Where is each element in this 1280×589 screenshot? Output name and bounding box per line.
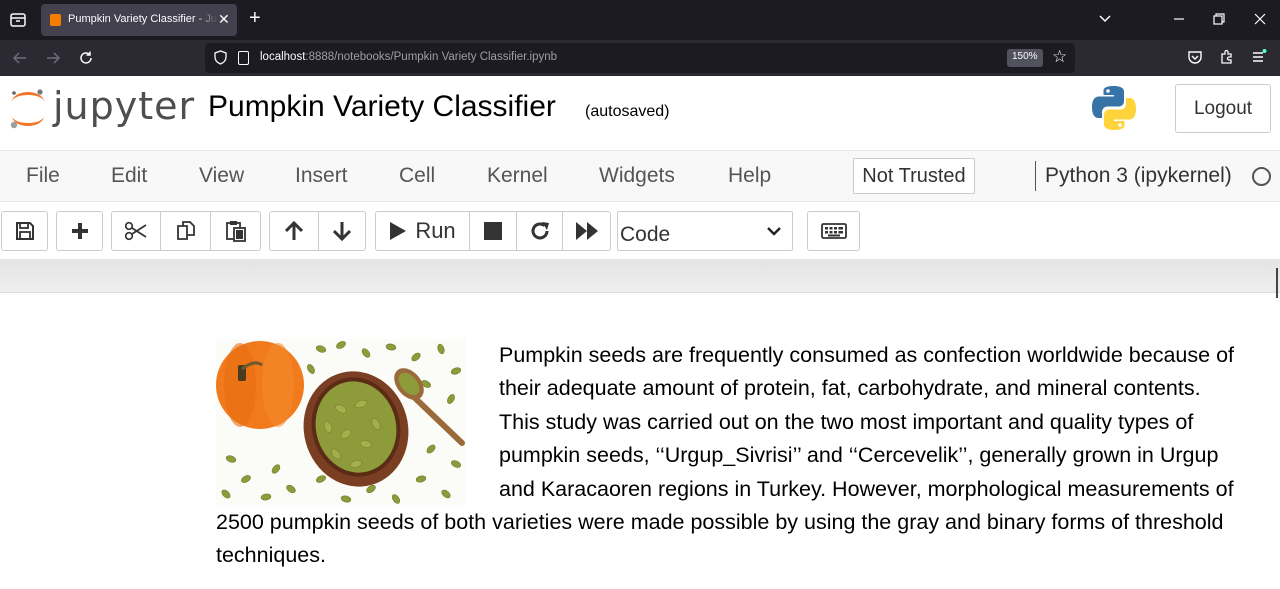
browser-nav-bar: localhost:8888/notebooks/Pumpkin Variety… [0,40,1280,76]
restart-kernel-button[interactable] [516,211,563,251]
play-icon [390,222,407,240]
interrupt-kernel-button[interactable] [469,211,517,251]
menu-insert[interactable]: Insert [295,164,348,188]
back-arrow-icon[interactable] [12,50,28,66]
close-window-icon[interactable] [1254,13,1266,25]
kernel-name[interactable]: Python 3 (ipykernel) [1045,164,1232,188]
chevron-down-icon [767,227,781,236]
paste-cells-button[interactable] [210,211,261,251]
kernel-idle-indicator-icon [1252,167,1271,186]
restart-run-all-button[interactable] [562,211,611,251]
page-info-icon[interactable] [238,51,249,65]
menu-help[interactable]: Help [728,164,771,188]
pumpkin-seeds-image [216,339,466,505]
not-trusted-button[interactable]: Not Trusted [853,158,975,194]
command-palette-button[interactable] [807,211,860,251]
url-text[interactable]: localhost:8888/notebooks/Pumpkin Variety… [260,51,557,63]
menu-file[interactable]: File [26,164,60,188]
stop-icon [484,222,502,240]
insert-cell-button[interactable] [56,211,103,251]
app-menu-icon[interactable] [1251,49,1267,65]
jupyter-logo-text[interactable]: jupyter [53,84,195,128]
kernel-separator [1035,161,1036,191]
menubar: File Edit View Insert Cell Kernel Widget… [0,150,1280,202]
restore-icon[interactable] [1213,13,1225,25]
restart-icon [531,222,549,240]
copy-cells-button[interactable] [160,211,211,251]
reload-icon[interactable] [78,50,94,66]
run-label: Run [415,218,456,243]
notebook-favicon-icon [50,14,61,26]
browser-tab[interactable]: Pumpkin Variety Classifier - Jupyter Not… [41,4,237,36]
new-tab-icon[interactable]: + [249,7,261,30]
move-cell-down-button[interactable] [318,211,366,251]
tracking-shield-icon[interactable] [214,50,227,65]
arrow-up-icon [284,221,304,240]
keyboard-icon [820,223,847,239]
bookmark-star-icon[interactable]: ☆ [1052,47,1067,67]
url-bar[interactable]: localhost:8888/notebooks/Pumpkin Variety… [205,43,1075,73]
notebook-toolbar: Run Code [0,210,1280,252]
plus-icon [71,223,88,239]
extensions-icon[interactable] [1219,49,1235,65]
menu-widgets[interactable]: Widgets [599,164,675,188]
save-icon [15,222,34,240]
logout-button[interactable]: Logout [1175,84,1271,133]
url-host: localhost [260,51,306,63]
tab-overflow-chevron-icon[interactable] [1098,12,1112,26]
pocket-icon[interactable] [1187,49,1203,65]
pumpkin-seeds-illustration [216,339,466,505]
menu-kernel[interactable]: Kernel [487,164,548,188]
paste-icon [225,221,246,242]
cell-type-select[interactable]: Code [617,211,793,251]
minimize-icon[interactable] [1173,12,1185,26]
run-button[interactable]: Run [375,211,470,251]
menu-view[interactable]: View [199,164,244,188]
tab-list-icon[interactable] [8,10,28,30]
cut-cells-button[interactable] [111,211,161,251]
notebook-top-band [0,259,1280,293]
notebook-header: jupyter Pumpkin Variety Classifier (auto… [0,76,1280,142]
menu-edit[interactable]: Edit [111,164,147,188]
copy-icon [176,221,195,240]
autosave-status: (autosaved) [585,103,670,120]
browser-tab-bar: Pumpkin Variety Classifier - Jupyter Not… [0,0,1280,40]
tab-title: Pumpkin Variety Classifier - Jupyter Not… [68,13,218,25]
python-logo-icon [1092,86,1136,130]
menu-cell[interactable]: Cell [399,164,435,188]
fast-forward-icon [575,222,598,240]
forward-arrow-icon[interactable] [45,50,61,66]
cell-type-value: Code [620,223,671,246]
move-cell-up-button[interactable] [269,211,319,251]
save-button[interactable] [1,211,48,251]
jupyter-logo-icon[interactable] [8,84,48,132]
scrollbar[interactable] [1276,268,1278,298]
scissors-icon [124,221,147,241]
zoom-level-badge[interactable]: 150% [1007,49,1043,67]
notebook-name[interactable]: Pumpkin Variety Classifier [208,90,556,124]
tab-close-icon[interactable]: ✕ [218,11,230,28]
url-path: :8888/notebooks/Pumpkin Variety Classifi… [305,51,558,63]
arrow-down-icon [332,222,352,241]
